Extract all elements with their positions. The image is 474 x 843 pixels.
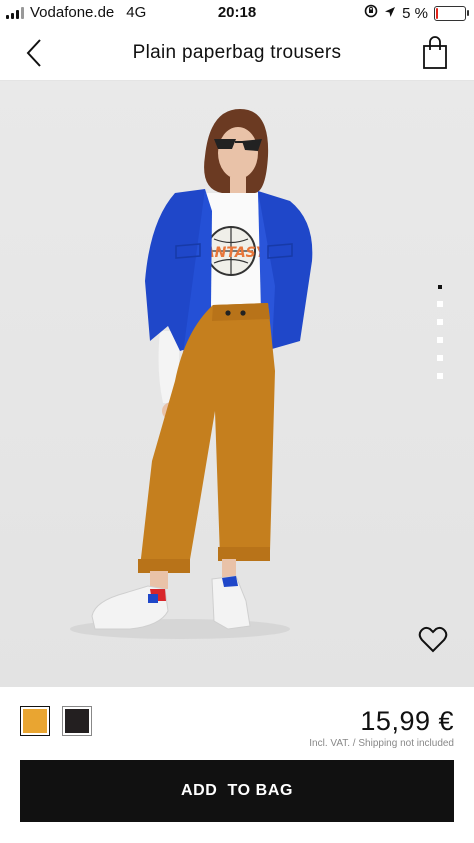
- swatch-color: [23, 709, 47, 733]
- pager-dot[interactable]: [437, 319, 443, 325]
- tax-shipping-note: Incl. VAT. / Shipping not included: [309, 738, 454, 749]
- model-photo: FANTASY: [70, 109, 313, 639]
- color-swatch[interactable]: [62, 706, 92, 736]
- product-price: 15,99 €: [360, 706, 454, 736]
- swatch-color: [65, 709, 89, 733]
- shopping-bag-icon: [423, 36, 447, 69]
- status-right: 5 %: [364, 4, 469, 22]
- navbar: Plain paperbag trousers: [0, 26, 474, 81]
- color-swatch[interactable]: [20, 706, 50, 736]
- pager-dot[interactable]: [438, 285, 442, 289]
- rotation-lock-icon: [364, 4, 378, 22]
- pager-dot[interactable]: [437, 301, 443, 307]
- battery-icon: [434, 5, 469, 21]
- battery-level: [436, 7, 438, 19]
- status-bar: Vodafone.de 4G 20:18 5 %: [0, 0, 474, 26]
- battery-percent: 5 %: [402, 4, 428, 22]
- page-title: Plain paperbag trousers: [132, 42, 342, 63]
- add-to-bag-button[interactable]: ADD TO BAG: [20, 760, 454, 822]
- shopping-bag-button[interactable]: [422, 36, 448, 70]
- pager-dot[interactable]: [437, 337, 443, 343]
- color-swatches: [20, 706, 92, 736]
- pager-dot[interactable]: [437, 373, 443, 379]
- product-image[interactable]: FANTASY: [0, 81, 474, 687]
- image-pager[interactable]: [437, 285, 443, 379]
- location-icon: [384, 5, 396, 22]
- pager-dot[interactable]: [437, 355, 443, 361]
- heart-icon: [418, 626, 448, 653]
- wishlist-button[interactable]: [418, 626, 448, 654]
